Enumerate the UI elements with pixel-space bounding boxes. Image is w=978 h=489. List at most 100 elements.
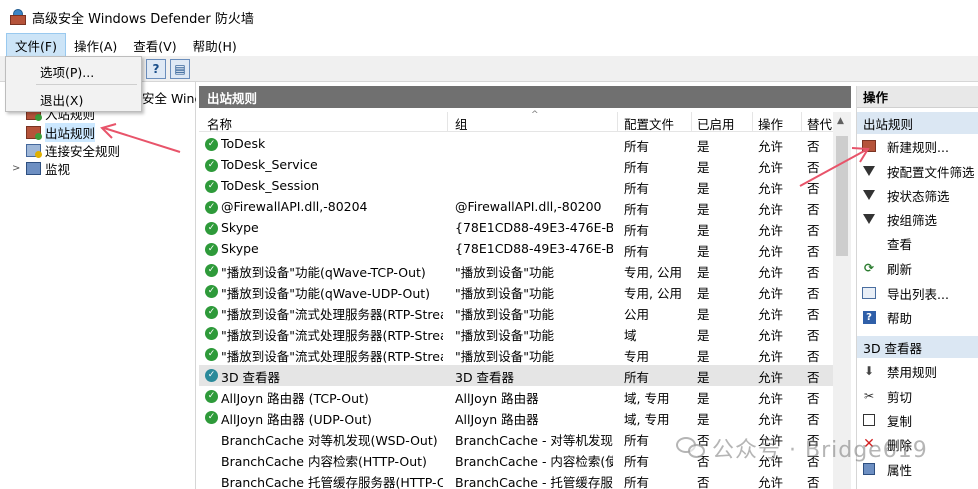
tree-root-label[interactable]: 安全 Winc bbox=[142, 88, 196, 106]
menu-separator bbox=[36, 84, 137, 85]
column-divider[interactable] bbox=[447, 112, 448, 132]
action-filter-profile[interactable]: 按配置文件筛选 bbox=[861, 162, 975, 180]
rule-enabled-check-icon: ✓ bbox=[205, 348, 218, 361]
cell-name: "播放到设备"功能(qWave-UDP-Out) bbox=[221, 286, 431, 301]
cell-name: "播放到设备"流式处理服务器(RTP-Strea... bbox=[221, 307, 443, 322]
action-refresh[interactable]: ⟳ 刷新 bbox=[861, 259, 912, 277]
show-hide-pane-button[interactable]: ▤ bbox=[170, 59, 190, 79]
cell-override: 否 bbox=[807, 412, 820, 427]
cell-name: "播放到设备"功能(qWave-TCP-Out) bbox=[221, 265, 426, 280]
action-properties[interactable]: 属性 bbox=[861, 460, 912, 478]
cell-override: 否 bbox=[807, 202, 820, 217]
table-row[interactable]: ✓BranchCache 托管缓存服务器(HTTP-Out)BranchCach… bbox=[199, 470, 833, 489]
actions-section-outbound[interactable]: 出站规则 bbox=[857, 112, 978, 134]
table-row[interactable]: ✓BranchCache 对等机发现(WSD-Out)BranchCache -… bbox=[199, 428, 833, 449]
rule-enabled-check-icon: ✓ bbox=[205, 159, 218, 172]
cell-action: 允许 bbox=[758, 307, 784, 322]
scroll-up-icon[interactable]: ▲ bbox=[837, 116, 844, 126]
rule-enabled-check-icon: ✓ bbox=[205, 369, 218, 382]
table-row[interactable]: ✓ ToDesk_Session 所有 是 允许 否 bbox=[199, 176, 833, 197]
cell-override: 否 bbox=[807, 433, 820, 448]
table-row[interactable]: ✓ "播放到设备"功能(qWave-UDP-Out) "播放到设备"功能 专用, 公用… bbox=[199, 281, 833, 302]
cell-override: 否 bbox=[807, 475, 820, 489]
action-view[interactable]: 查看 bbox=[861, 234, 912, 252]
column-divider[interactable] bbox=[617, 112, 618, 132]
cell-action: 允许 bbox=[758, 265, 784, 280]
column-header-group[interactable]: 组 bbox=[455, 114, 468, 133]
table-row[interactable]: ✓ AllJoyn 路由器 (UDP-Out) AllJoyn 路由器 域, 专用 是 允… bbox=[199, 407, 833, 428]
action-help[interactable]: ? 帮助 bbox=[861, 308, 912, 326]
table-row[interactable]: ✓ ToDesk_Service 所有 是 允许 否 bbox=[199, 155, 833, 176]
chevron-right-icon[interactable]: > bbox=[12, 163, 22, 174]
table-row[interactable]: ✓ "播放到设备"流式处理服务器(RTP-Strea... "播放到设备"功能 公用 是… bbox=[199, 302, 833, 323]
cell-profile: 专用, 公用 bbox=[624, 286, 682, 301]
action-copy[interactable]: 复制 bbox=[861, 411, 912, 429]
column-divider[interactable] bbox=[752, 112, 753, 132]
cell-profile: 域, 专用 bbox=[624, 391, 670, 406]
table-row[interactable]: ✓ "播放到设备"功能(qWave-TCP-Out) "播放到设备"功能 专用, 公用… bbox=[199, 260, 833, 281]
cell-action: 允许 bbox=[758, 223, 784, 238]
cell-profile: 所有 bbox=[624, 202, 650, 217]
cell-group: BranchCache - 托管缓存服... bbox=[455, 475, 613, 489]
column-header-name[interactable]: 名称 bbox=[207, 114, 232, 133]
action-cut[interactable]: ✂ 剪切 bbox=[861, 387, 912, 405]
cell-override: 否 bbox=[807, 370, 820, 385]
cell-action: 允许 bbox=[758, 370, 784, 385]
table-row[interactable]: ✓ ToDesk 所有 是 允许 否 bbox=[199, 134, 833, 155]
actions-section-selected-rule[interactable]: 3D 查看器 bbox=[857, 336, 978, 358]
window-title: 高级安全 Windows Defender 防火墙 bbox=[32, 11, 254, 27]
cell-enabled: 是 bbox=[697, 307, 710, 322]
copy-icon bbox=[863, 414, 875, 426]
cell-profile: 所有 bbox=[624, 454, 650, 469]
action-export-list[interactable]: 导出列表... bbox=[861, 284, 949, 302]
action-filter-state[interactable]: 按状态筛选 bbox=[861, 186, 950, 204]
cell-profile: 域 bbox=[624, 328, 637, 343]
cell-action: 允许 bbox=[758, 391, 784, 406]
action-new-rule[interactable]: 新建规则... bbox=[861, 137, 949, 155]
column-divider[interactable] bbox=[801, 112, 802, 132]
cell-name: @FirewallAPI.dll,-80204 bbox=[221, 199, 368, 214]
table-row[interactable]: ✓Skype {78E1CD88-49E3-476E-B9... 所有 是 允许 否 bbox=[199, 218, 833, 239]
menu-help[interactable]: 帮助(H) bbox=[185, 34, 245, 57]
column-header-enabled[interactable]: 已启用 bbox=[697, 114, 735, 133]
table-row[interactable]: ✓Skype {78E1CD88-49E3-476E-B9... 所有 是 允许 否 bbox=[199, 239, 833, 260]
scissors-icon: ✂ bbox=[863, 389, 875, 403]
table-row[interactable]: ✓BranchCache 内容检索(HTTP-Out)BranchCache -… bbox=[199, 449, 833, 470]
toolbar: ? ▤ bbox=[0, 56, 978, 82]
cell-group: {78E1CD88-49E3-476E-B9... bbox=[455, 241, 613, 256]
cell-override: 否 bbox=[807, 265, 820, 280]
column-header-profile[interactable]: 配置文件 bbox=[624, 114, 674, 133]
vertical-scrollbar[interactable]: ▲ bbox=[833, 112, 851, 489]
help-toolbar-button[interactable]: ? bbox=[146, 59, 166, 79]
action-delete[interactable]: ✕ 删除 bbox=[861, 435, 912, 453]
scrollbar-thumb[interactable] bbox=[836, 136, 848, 256]
menu-item-exit[interactable]: 退出(X) bbox=[40, 90, 83, 109]
column-header-action[interactable]: 操作 bbox=[758, 114, 783, 133]
action-disable-rule[interactable]: ⬇ 禁用规则 bbox=[861, 362, 937, 380]
column-header-override[interactable]: 替代 bbox=[807, 114, 832, 133]
cell-action: 允许 bbox=[758, 328, 784, 343]
menu-view[interactable]: 查看(V) bbox=[125, 34, 184, 57]
tree-item-monitoring[interactable]: > 监视 bbox=[12, 159, 70, 177]
tree-item-connection-security-rules[interactable]: 连接安全规则 bbox=[26, 141, 120, 159]
table-row[interactable]: ✓ 3D 查看器 3D 查看器 所有是允许否 bbox=[199, 365, 833, 386]
table-row[interactable]: ✓ AllJoyn 路由器 (TCP-Out) AllJoyn 路由器 域, 专用 是 允… bbox=[199, 386, 833, 407]
table-row[interactable]: ✓ @FirewallAPI.dll,-80204 @FirewallAPI.dll… bbox=[199, 197, 833, 218]
cell-profile: 所有 bbox=[624, 370, 650, 385]
action-filter-group[interactable]: 按组筛选 bbox=[861, 210, 937, 228]
cell-action: 允许 bbox=[758, 244, 784, 259]
menu-action[interactable]: 操作(A) bbox=[66, 34, 125, 57]
sort-up-icon: ^ bbox=[531, 110, 539, 120]
menu-file[interactable]: 文件(F) bbox=[6, 32, 66, 58]
column-divider[interactable] bbox=[691, 112, 692, 132]
table-row[interactable]: ✓ "播放到设备"流式处理服务器(RTP-Strea... "播放到设备"功能 域 是 允… bbox=[199, 323, 833, 344]
rule-enabled-check-icon: ✓ bbox=[205, 327, 218, 340]
cell-profile: 公用 bbox=[624, 307, 650, 322]
tree-item-outbound-rules[interactable]: 出站规则 bbox=[26, 122, 96, 142]
cell-action: 允许 bbox=[758, 139, 784, 154]
cell-enabled: 是 bbox=[697, 139, 710, 154]
cell-action: 允许 bbox=[758, 454, 784, 469]
table-row[interactable]: ✓ "播放到设备"流式处理服务器(RTP-Strea... "播放到设备"功能 专用 是… bbox=[199, 344, 833, 365]
menu-item-options[interactable]: 选项(P)... bbox=[40, 62, 94, 81]
cell-override: 否 bbox=[807, 139, 820, 154]
